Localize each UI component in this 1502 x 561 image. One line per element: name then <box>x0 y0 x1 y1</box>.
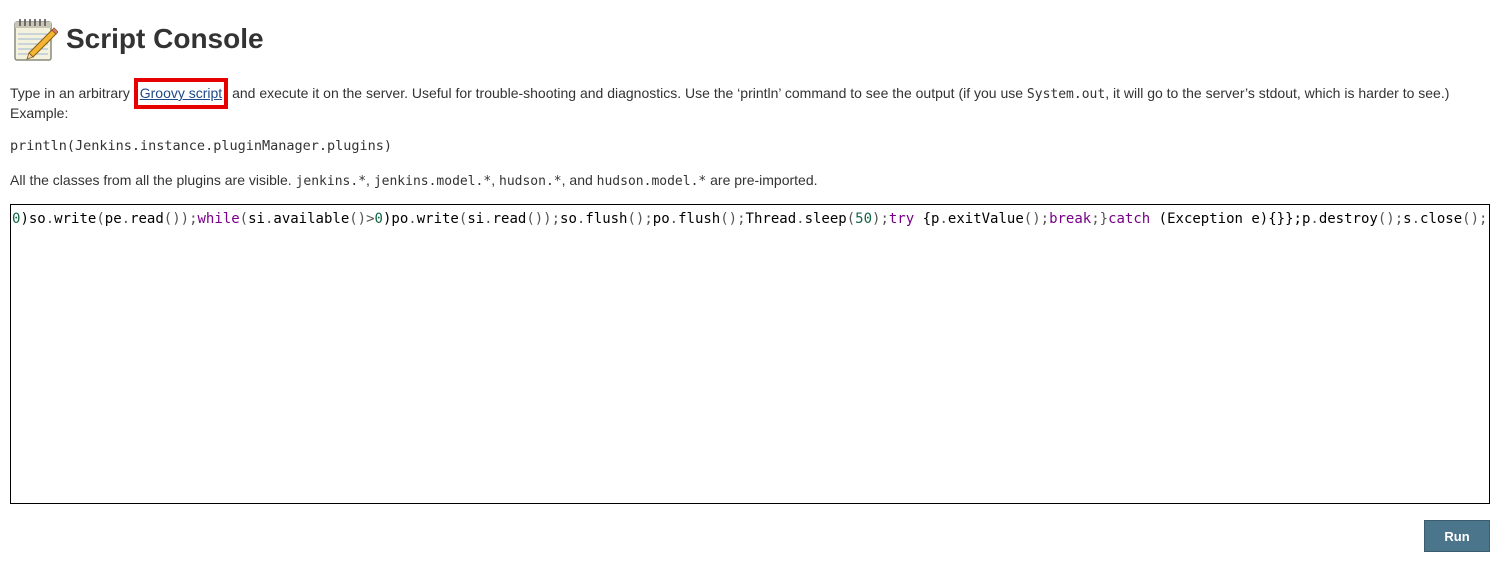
code-token: (); <box>627 211 653 227</box>
code-token: ()); <box>526 211 561 227</box>
code-token: 50 <box>855 211 873 227</box>
code-token: while <box>197 211 240 227</box>
code-token: try <box>888 211 915 227</box>
code-jenkins: jenkins.* <box>295 174 367 189</box>
code-token: . <box>121 211 131 227</box>
code-token: { <box>914 211 932 227</box>
run-button[interactable]: Run <box>1424 520 1490 552</box>
code-token: catch <box>1108 211 1151 227</box>
code-token: pe <box>104 211 122 227</box>
description-text-2: and execute it on the server. Useful for… <box>228 85 1027 101</box>
note-text-2: are pre-imported. <box>706 172 818 188</box>
code-token: read <box>130 211 164 227</box>
system-out-code: System.out <box>1026 87 1106 102</box>
code-token: s <box>1403 211 1412 227</box>
link-highlight-box: Groovy script <box>133 78 229 109</box>
code-token: (); <box>1023 211 1050 227</box>
page-header: Script Console <box>12 16 264 62</box>
code-token: ( <box>239 211 249 227</box>
code-token: exitValue <box>947 211 1024 227</box>
code-token: write <box>54 211 97 227</box>
code-token: close <box>1420 211 1463 227</box>
description-text-1: Type in an arbitrary <box>10 85 134 101</box>
code-token: . <box>796 211 805 227</box>
groovy-script-link[interactable]: Groovy script <box>140 85 222 101</box>
code-token: so <box>560 211 577 227</box>
code-token: read <box>492 211 527 227</box>
description: Type in an arbitrary Groovy script and e… <box>10 78 1490 123</box>
code-token: Thread <box>745 211 797 227</box>
code-token: . <box>939 211 948 227</box>
code-token: flush <box>678 211 721 227</box>
code-hudson-model: hudson.model.* <box>596 174 707 189</box>
code-hudson: hudson.* <box>499 174 562 189</box>
code-token: ;} <box>1091 211 1109 227</box>
code-token: (); <box>720 211 746 227</box>
code-token: . <box>1310 211 1319 227</box>
code-token: break <box>1049 211 1092 227</box>
example-code: println(Jenkins.instance.pluginManager.p… <box>10 138 393 154</box>
script-editor-line: 0)so.write(pe.read());while(si.available… <box>12 210 1487 228</box>
code-token: (Exception e){}}; <box>1150 211 1302 227</box>
code-token: si <box>248 211 265 227</box>
code-token: destroy <box>1318 211 1378 227</box>
code-token: 0 <box>374 211 383 227</box>
code-token: . <box>45 211 55 227</box>
code-token: ); <box>872 211 889 227</box>
note-text-1: All the classes from all the plugins are… <box>10 172 296 188</box>
code-token: . <box>408 211 417 227</box>
code-token: )so <box>20 211 46 227</box>
code-token: flush <box>585 211 628 227</box>
code-token: ( <box>96 211 105 227</box>
code-token: sleep <box>804 211 847 227</box>
code-jenkins-model: jenkins.model.* <box>373 174 492 189</box>
code-token: ()); <box>163 211 198 227</box>
page-title: Script Console <box>66 23 264 54</box>
notepad-icon <box>14 19 58 61</box>
code-token: write <box>416 211 459 227</box>
code-token: . <box>484 211 493 227</box>
script-editor[interactable]: 0)so.write(pe.read());while(si.available… <box>10 204 1490 504</box>
script-console-page: Script Console Type in an arbitrary Groo… <box>0 0 1502 561</box>
code-token: . <box>1411 211 1421 227</box>
note-sep-2: , <box>491 172 499 188</box>
code-token: (); <box>1462 211 1488 227</box>
code-token: . <box>669 211 679 227</box>
code-token: (); <box>1377 211 1404 227</box>
code-token: si <box>467 211 485 227</box>
code-token: po <box>652 211 670 227</box>
note-sep-3: , and <box>561 172 597 188</box>
pre-imported-note: All the classes from all the plugins are… <box>10 171 818 191</box>
code-token: )po <box>382 211 409 227</box>
code-token: ()> <box>349 211 375 227</box>
note-sep-1: , <box>366 172 374 188</box>
code-token: available <box>273 211 350 227</box>
code-token: ( <box>846 211 856 227</box>
